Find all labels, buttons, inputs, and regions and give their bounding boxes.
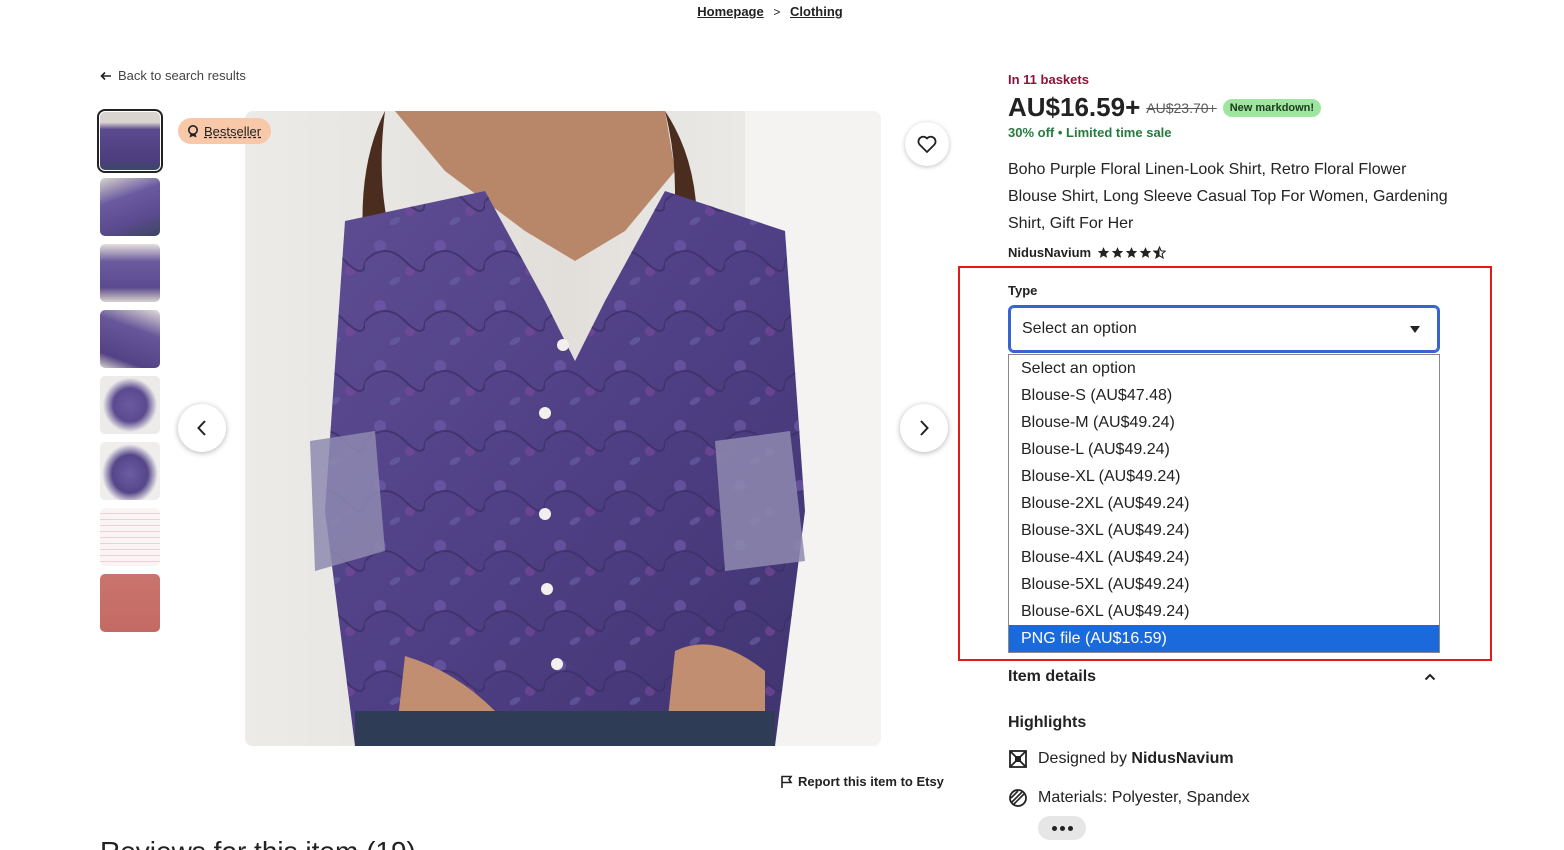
type-select[interactable]: Select an option — [1008, 305, 1440, 353]
sale-text: Limited time sale — [1066, 125, 1172, 140]
price-row: AU$16.59+ AU$23.70+ New markdown! — [1008, 92, 1322, 123]
designed-by-prefix: Designed by — [1038, 750, 1127, 767]
back-link-label: Back to search results — [118, 68, 246, 83]
star-icon — [1097, 247, 1110, 258]
designer-icon — [1009, 750, 1027, 768]
option-blouse-6xl[interactable]: Blouse-6XL (AU$49.24) — [1009, 598, 1439, 625]
highlights-heading: Highlights — [1008, 714, 1087, 731]
thumbnail-size-chart[interactable] — [100, 508, 160, 566]
previous-image-button[interactable] — [178, 404, 226, 452]
in-baskets-text: In 11 baskets — [1008, 72, 1089, 87]
heart-icon — [917, 135, 937, 153]
option-select-an-option[interactable]: Select an option — [1009, 355, 1439, 382]
caret-down-icon — [1410, 326, 1420, 333]
type-dropdown-list: Select an option Blouse-S (AU$47.48) Blo… — [1008, 354, 1440, 653]
option-blouse-2xl[interactable]: Blouse-2XL (AU$49.24) — [1009, 490, 1439, 517]
bestseller-badge: Bestseller — [178, 118, 272, 144]
type-select-value: Select an option — [1022, 320, 1137, 337]
thumbnail-1[interactable] — [97, 109, 163, 173]
shop-row: NidusNavium — [1008, 245, 1167, 260]
main-product-image — [245, 111, 881, 746]
award-icon — [188, 125, 198, 138]
thumbnail-2[interactable] — [100, 178, 160, 236]
flag-icon — [781, 775, 793, 788]
thumbnail-christmas[interactable] — [100, 574, 160, 632]
discount-percent: 30% off — [1008, 125, 1055, 140]
designed-by-text: Designed by NidusNavium — [1038, 750, 1234, 768]
breadcrumb: Homepage > Clothing — [0, 4, 1540, 19]
product-title: Boho Purple Floral Linen-Look Shirt, Ret… — [1008, 161, 1448, 232]
option-png-file[interactable]: PNG file (AU$16.59) — [1009, 625, 1439, 652]
thumbnail-4[interactable] — [100, 310, 160, 368]
star-icon — [1111, 247, 1124, 258]
chevron-left-icon — [197, 420, 206, 436]
report-link-label: Report this item to Etsy — [798, 774, 944, 789]
option-blouse-m[interactable]: Blouse-M (AU$49.24) — [1009, 409, 1439, 436]
dot-icon — [1067, 825, 1073, 831]
thumbnail-6[interactable] — [100, 442, 160, 500]
star-icon — [1125, 247, 1138, 258]
favorite-button[interactable] — [905, 122, 949, 166]
type-label: Type — [1008, 283, 1038, 298]
report-item-link[interactable]: Report this item to Etsy — [780, 774, 944, 789]
materials-row: Materials: Polyester, Spandex — [1008, 788, 1250, 808]
more-highlights-button[interactable] — [1038, 816, 1086, 840]
designer-name-link[interactable]: NidusNavium — [1131, 750, 1233, 767]
breadcrumb-clothing[interactable]: Clothing — [790, 4, 843, 19]
bullet-separator: • — [1057, 125, 1067, 140]
shop-name-link[interactable]: NidusNavium — [1008, 245, 1091, 260]
bestseller-label: Bestseller — [204, 123, 262, 139]
chevron-up-icon — [1424, 673, 1436, 681]
arrow-left-icon — [100, 71, 111, 80]
designed-by-row: Designed by NidusNavium — [1008, 749, 1234, 769]
back-to-search-link[interactable]: Back to search results — [100, 68, 246, 83]
thumbnail-list — [97, 109, 163, 640]
option-blouse-xl[interactable]: Blouse-XL (AU$49.24) — [1009, 463, 1439, 490]
original-price: AU$23.70+ — [1146, 99, 1217, 116]
thumbnail-5[interactable] — [100, 376, 160, 434]
current-price: AU$16.59+ — [1008, 92, 1141, 122]
item-details-label: Item details — [1008, 668, 1097, 685]
thumbnail-3[interactable] — [100, 244, 160, 302]
half-star-icon — [1153, 246, 1167, 259]
dot-icon — [1059, 825, 1065, 831]
materials-icon — [1009, 789, 1027, 807]
next-image-button[interactable] — [900, 404, 948, 452]
option-blouse-3xl[interactable]: Blouse-3XL (AU$49.24) — [1009, 517, 1439, 544]
chevron-right-icon — [920, 420, 929, 436]
option-blouse-s[interactable]: Blouse-S (AU$47.48) — [1009, 382, 1439, 409]
reviews-heading: Reviews for this item (19) — [100, 836, 416, 850]
breadcrumb-homepage[interactable]: Homepage — [697, 4, 763, 19]
option-blouse-5xl[interactable]: Blouse-5XL (AU$49.24) — [1009, 571, 1439, 598]
dot-icon — [1051, 825, 1057, 831]
markdown-badge: New markdown! — [1222, 98, 1322, 117]
option-blouse-4xl[interactable]: Blouse-4XL (AU$49.24) — [1009, 544, 1439, 571]
discount-row: 30% off • Limited time sale — [1008, 125, 1172, 140]
rating-stars — [1097, 246, 1167, 259]
materials-text: Materials: Polyester, Spandex — [1038, 789, 1250, 806]
star-icon — [1139, 247, 1152, 258]
breadcrumb-separator: > — [773, 5, 781, 19]
option-blouse-l[interactable]: Blouse-L (AU$49.24) — [1009, 436, 1439, 463]
item-details-toggle[interactable]: Item details — [1008, 668, 1436, 686]
